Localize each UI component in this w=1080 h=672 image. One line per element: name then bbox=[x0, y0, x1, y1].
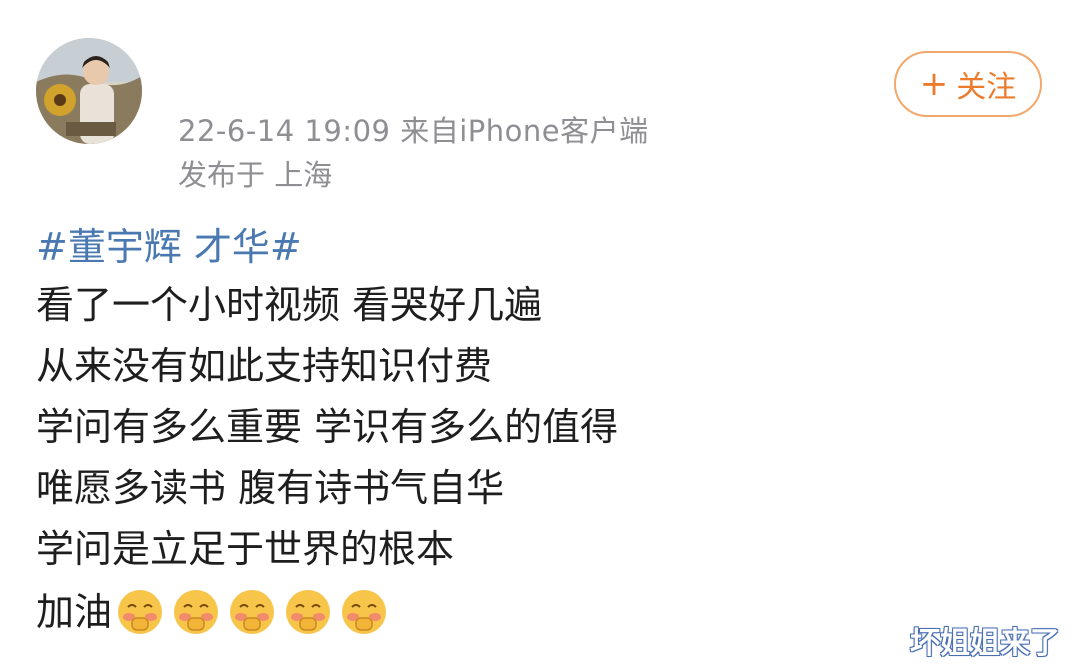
blushing-face-icon bbox=[174, 589, 219, 634]
hashtag-link[interactable]: #董宇辉 才华# bbox=[36, 216, 302, 271]
post-line-last-text: 加油 bbox=[36, 589, 113, 634]
watermark: 坏姐姐来了 bbox=[910, 626, 1060, 661]
post-line: 唯愿多读书 腹有诗书气自华 bbox=[36, 466, 505, 510]
post-line-last: 加油 bbox=[36, 581, 618, 642]
post-line: 学问是立足于世界的根本 bbox=[36, 527, 455, 571]
blushing-face-icon bbox=[286, 589, 331, 634]
user-avatar[interactable] bbox=[36, 38, 142, 144]
follow-button-label: 关注 bbox=[956, 70, 1017, 105]
blushing-face-icon bbox=[118, 589, 163, 634]
post-line: 看了一个小时视频 看哭好几遍 bbox=[36, 283, 543, 327]
emoji-row bbox=[116, 588, 388, 636]
post-line: 从来没有如此支持知识付费 bbox=[36, 344, 493, 388]
weibo-post-card: 22-6-14 19:09 来自iPhone客户端 发布于 上海 + 关注 #董… bbox=[0, 0, 1080, 672]
post-line: 学问有多么重要 学识有多么的值得 bbox=[36, 405, 619, 449]
post-timestamp-source: 22-6-14 19:09 来自iPhone客户端 bbox=[178, 114, 649, 148]
avatar-image bbox=[36, 38, 142, 144]
follow-button[interactable]: + 关注 bbox=[894, 51, 1042, 117]
post-location: 发布于 上海 bbox=[178, 158, 333, 192]
blushing-face-icon bbox=[230, 589, 275, 634]
plus-icon: + bbox=[919, 64, 949, 104]
post-body: 看了一个小时视频 看哭好几遍 从来没有如此支持知识付费 学问有多么重要 学识有多… bbox=[36, 276, 618, 642]
blushing-face-icon bbox=[342, 589, 387, 634]
